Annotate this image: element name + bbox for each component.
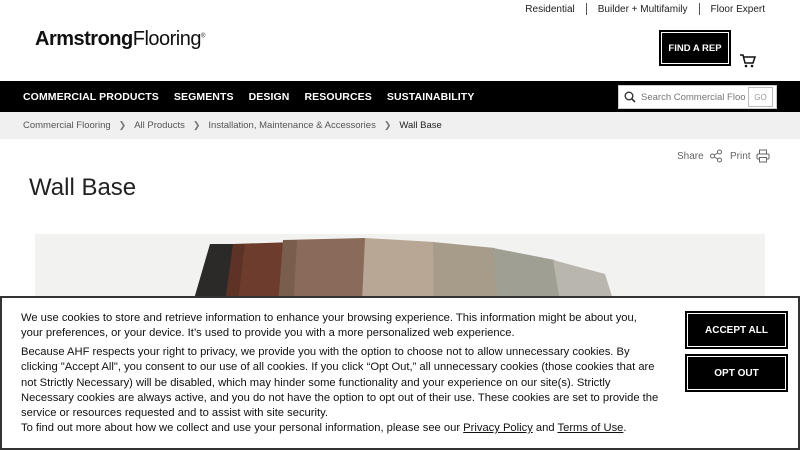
nav-sustainability[interactable]: SUSTAINABILITY [387,91,475,103]
nav-design[interactable]: DESIGN [249,91,290,103]
cookie-more-info-text: To find out more about how we collect an… [21,422,627,434]
cookie-details-text: Because AHF respects your right to priva… [21,346,659,420]
opt-out-button[interactable]: OPT OUT [685,354,788,392]
breadcrumb-current: Wall Base [399,120,442,131]
breadcrumb-installation[interactable]: Installation, Maintenance & Accessories [208,120,375,131]
cookie-intro-text: We use cookies to store and retrieve inf… [21,312,637,340]
link-floor-expert[interactable]: Floor Expert [711,4,765,15]
page-title: Wall Base [29,174,137,201]
link-builder-multifamily[interactable]: Builder + Multifamily [598,4,688,15]
find-a-rep-button[interactable]: FIND A REP [659,30,731,66]
accept-all-button[interactable]: ACCEPT ALL [685,311,788,349]
breadcrumb-all-products[interactable]: All Products [134,120,185,131]
search-box: GO [618,85,777,109]
privacy-policy-link[interactable]: Privacy Policy [463,422,533,434]
search-icon [619,86,641,108]
breadcrumb-commercial-flooring[interactable]: Commercial Flooring [23,120,111,131]
divider [585,3,587,15]
chevron-right-icon: ❯ [118,120,127,130]
breadcrumb: Commercial Flooring ❯ All Products ❯ Ins… [0,112,800,139]
share-icon [709,149,722,163]
share-label: Share [677,150,704,162]
cookie-consent-banner: We use cookies to store and retrieve inf… [0,296,800,450]
search-go-button[interactable]: GO [748,87,773,107]
share-button[interactable]: Share [677,149,723,163]
nav-segments[interactable]: SEGMENTS [174,91,234,103]
armstrong-flooring-logo[interactable]: ArmstrongFlooring® [35,28,205,51]
nav-resources[interactable]: RESOURCES [304,91,371,103]
chevron-right-icon: ❯ [192,120,201,130]
chevron-right-icon: ❯ [383,120,392,130]
printer-icon [756,149,770,163]
terms-of-use-link[interactable]: Terms of Use [558,422,624,434]
print-label: Print [730,150,751,162]
cart-icon[interactable] [740,54,757,68]
search-input[interactable] [641,91,745,103]
utility-links: Residential Builder + Multifamily Floor … [525,3,765,15]
divider [698,3,700,15]
nav-commercial-products[interactable]: COMMERCIAL PRODUCTS [23,91,159,103]
link-residential[interactable]: Residential [525,4,574,15]
print-button[interactable]: Print [730,149,770,163]
utility-bar: Residential Builder + Multifamily Floor … [0,0,800,20]
